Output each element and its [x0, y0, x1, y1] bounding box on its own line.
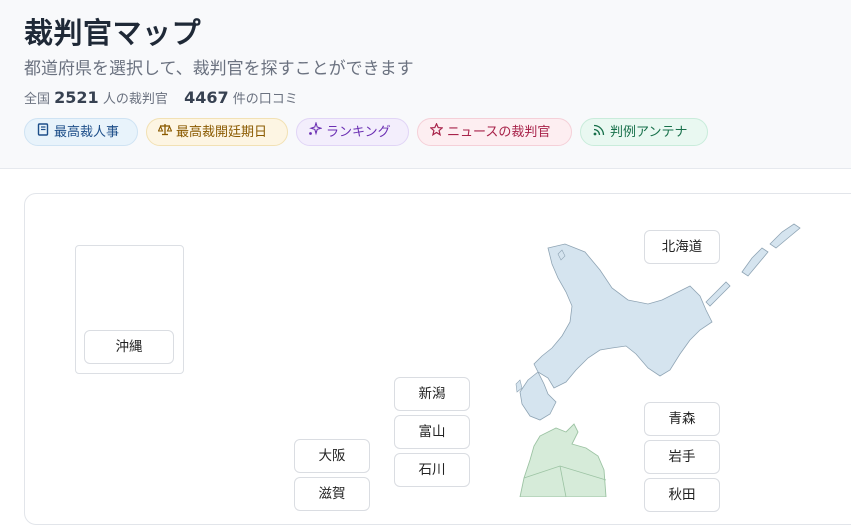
prefecture-aomori[interactable]: 青森	[644, 402, 720, 436]
prefecture-shiga[interactable]: 滋賀	[294, 477, 370, 511]
prefecture-niigata[interactable]: 新潟	[394, 377, 470, 411]
hokkaido-region[interactable]	[519, 243, 713, 421]
prefecture-iwate[interactable]: 岩手	[644, 440, 720, 474]
prefecture-hokkaido[interactable]: 北海道	[644, 230, 720, 264]
prefecture-ishikawa[interactable]: 石川	[394, 453, 470, 487]
prefecture-akita[interactable]: 秋田	[644, 478, 720, 512]
tohoku-region[interactable]	[519, 423, 607, 497]
prefecture-okinawa[interactable]: 沖縄	[84, 330, 174, 364]
prefecture-osaka[interactable]: 大阪	[294, 439, 370, 473]
prefecture-toyama[interactable]: 富山	[394, 415, 470, 449]
kuril-islands	[705, 223, 801, 307]
